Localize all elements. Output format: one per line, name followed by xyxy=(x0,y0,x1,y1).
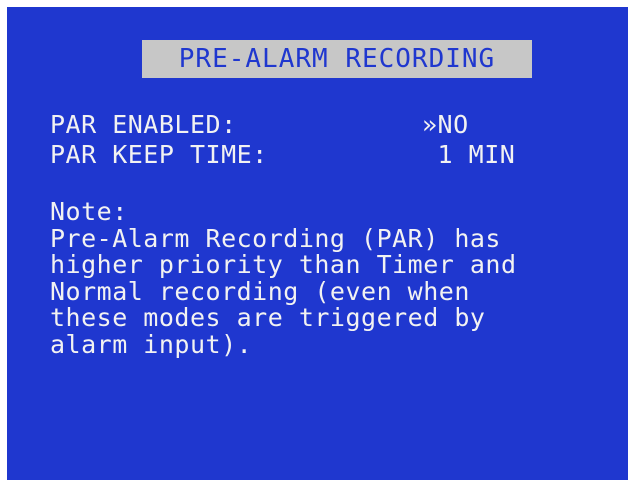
note-line: alarm input). xyxy=(50,329,253,359)
note-heading: Note: xyxy=(50,197,128,226)
par-enabled-label: PAR ENABLED: xyxy=(50,110,237,139)
par-enabled-value[interactable]: »NO xyxy=(422,109,469,141)
note-block: Note: Pre-Alarm Recording (PAR) has high… xyxy=(50,197,620,359)
note-line: these modes are triggered by xyxy=(50,303,486,332)
menu-title: PRE-ALARM RECORDING xyxy=(142,40,532,78)
osd-menu-screen: PRE-ALARM RECORDING PAR ENABLED: »NO PAR… xyxy=(7,7,628,480)
par-keep-time-label: PAR KEEP TIME: xyxy=(50,140,268,169)
note-line: Normal recording (even when xyxy=(50,276,470,306)
note-line: Pre-Alarm Recording (PAR) has xyxy=(50,223,501,253)
note-line: higher priority than Timer and xyxy=(50,250,517,279)
par-keep-time-value[interactable]: 1 MIN xyxy=(422,139,515,171)
